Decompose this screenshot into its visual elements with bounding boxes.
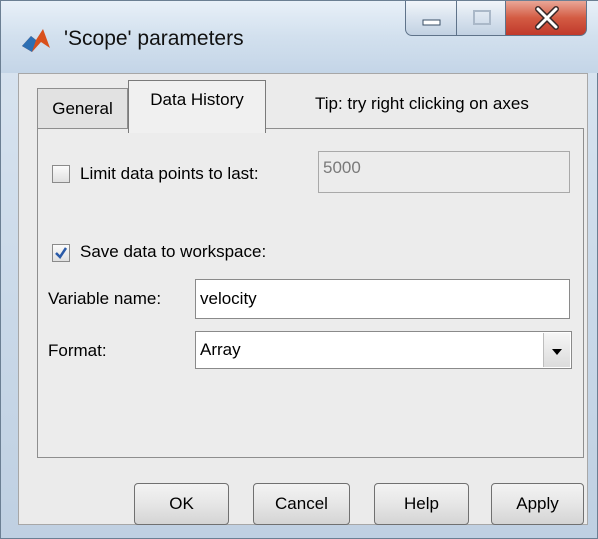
window-title: 'Scope' parameters (64, 27, 244, 50)
help-button[interactable]: Help (374, 483, 469, 525)
maximize-icon (473, 10, 491, 25)
variable-name-label: Variable name: (48, 289, 162, 308)
chevron-down-icon (552, 349, 562, 355)
minimize-icon (422, 19, 441, 26)
data-history-panel: Limit data points to last: 5000 Save dat… (37, 128, 584, 458)
limit-data-points-field[interactable]: 5000 (318, 151, 570, 193)
format-dropdown[interactable]: Array (195, 331, 572, 369)
matlab-icon (22, 29, 50, 52)
save-to-workspace-label: Save data to workspace: (80, 242, 267, 261)
limit-data-points-checkbox[interactable] (52, 165, 70, 183)
dialog-body: General Data History Tip: try right clic… (18, 73, 588, 525)
limit-data-points-label: Limit data points to last: (80, 164, 259, 183)
save-to-workspace-checkbox[interactable] (52, 244, 70, 262)
format-value: Array (200, 340, 241, 359)
cancel-button[interactable]: Cancel (253, 483, 350, 525)
format-label: Format: (48, 341, 107, 360)
close-button[interactable] (505, 1, 587, 36)
tab-general[interactable]: General (37, 88, 128, 128)
scope-parameters-dialog: 'Scope' parameters General Data History … (0, 0, 598, 539)
maximize-button[interactable] (456, 1, 506, 36)
tip-text: Tip: try right clicking on axes (315, 94, 529, 113)
tab-data-history[interactable]: Data History (128, 80, 266, 133)
close-icon (535, 6, 559, 30)
title-bar[interactable]: 'Scope' parameters (1, 1, 598, 73)
check-mark-icon (55, 247, 68, 259)
ok-button[interactable]: OK (134, 483, 229, 525)
minimize-button[interactable] (405, 1, 457, 36)
apply-button[interactable]: Apply (491, 483, 584, 525)
variable-name-field[interactable]: velocity (195, 279, 570, 319)
dropdown-arrow[interactable] (543, 333, 570, 367)
